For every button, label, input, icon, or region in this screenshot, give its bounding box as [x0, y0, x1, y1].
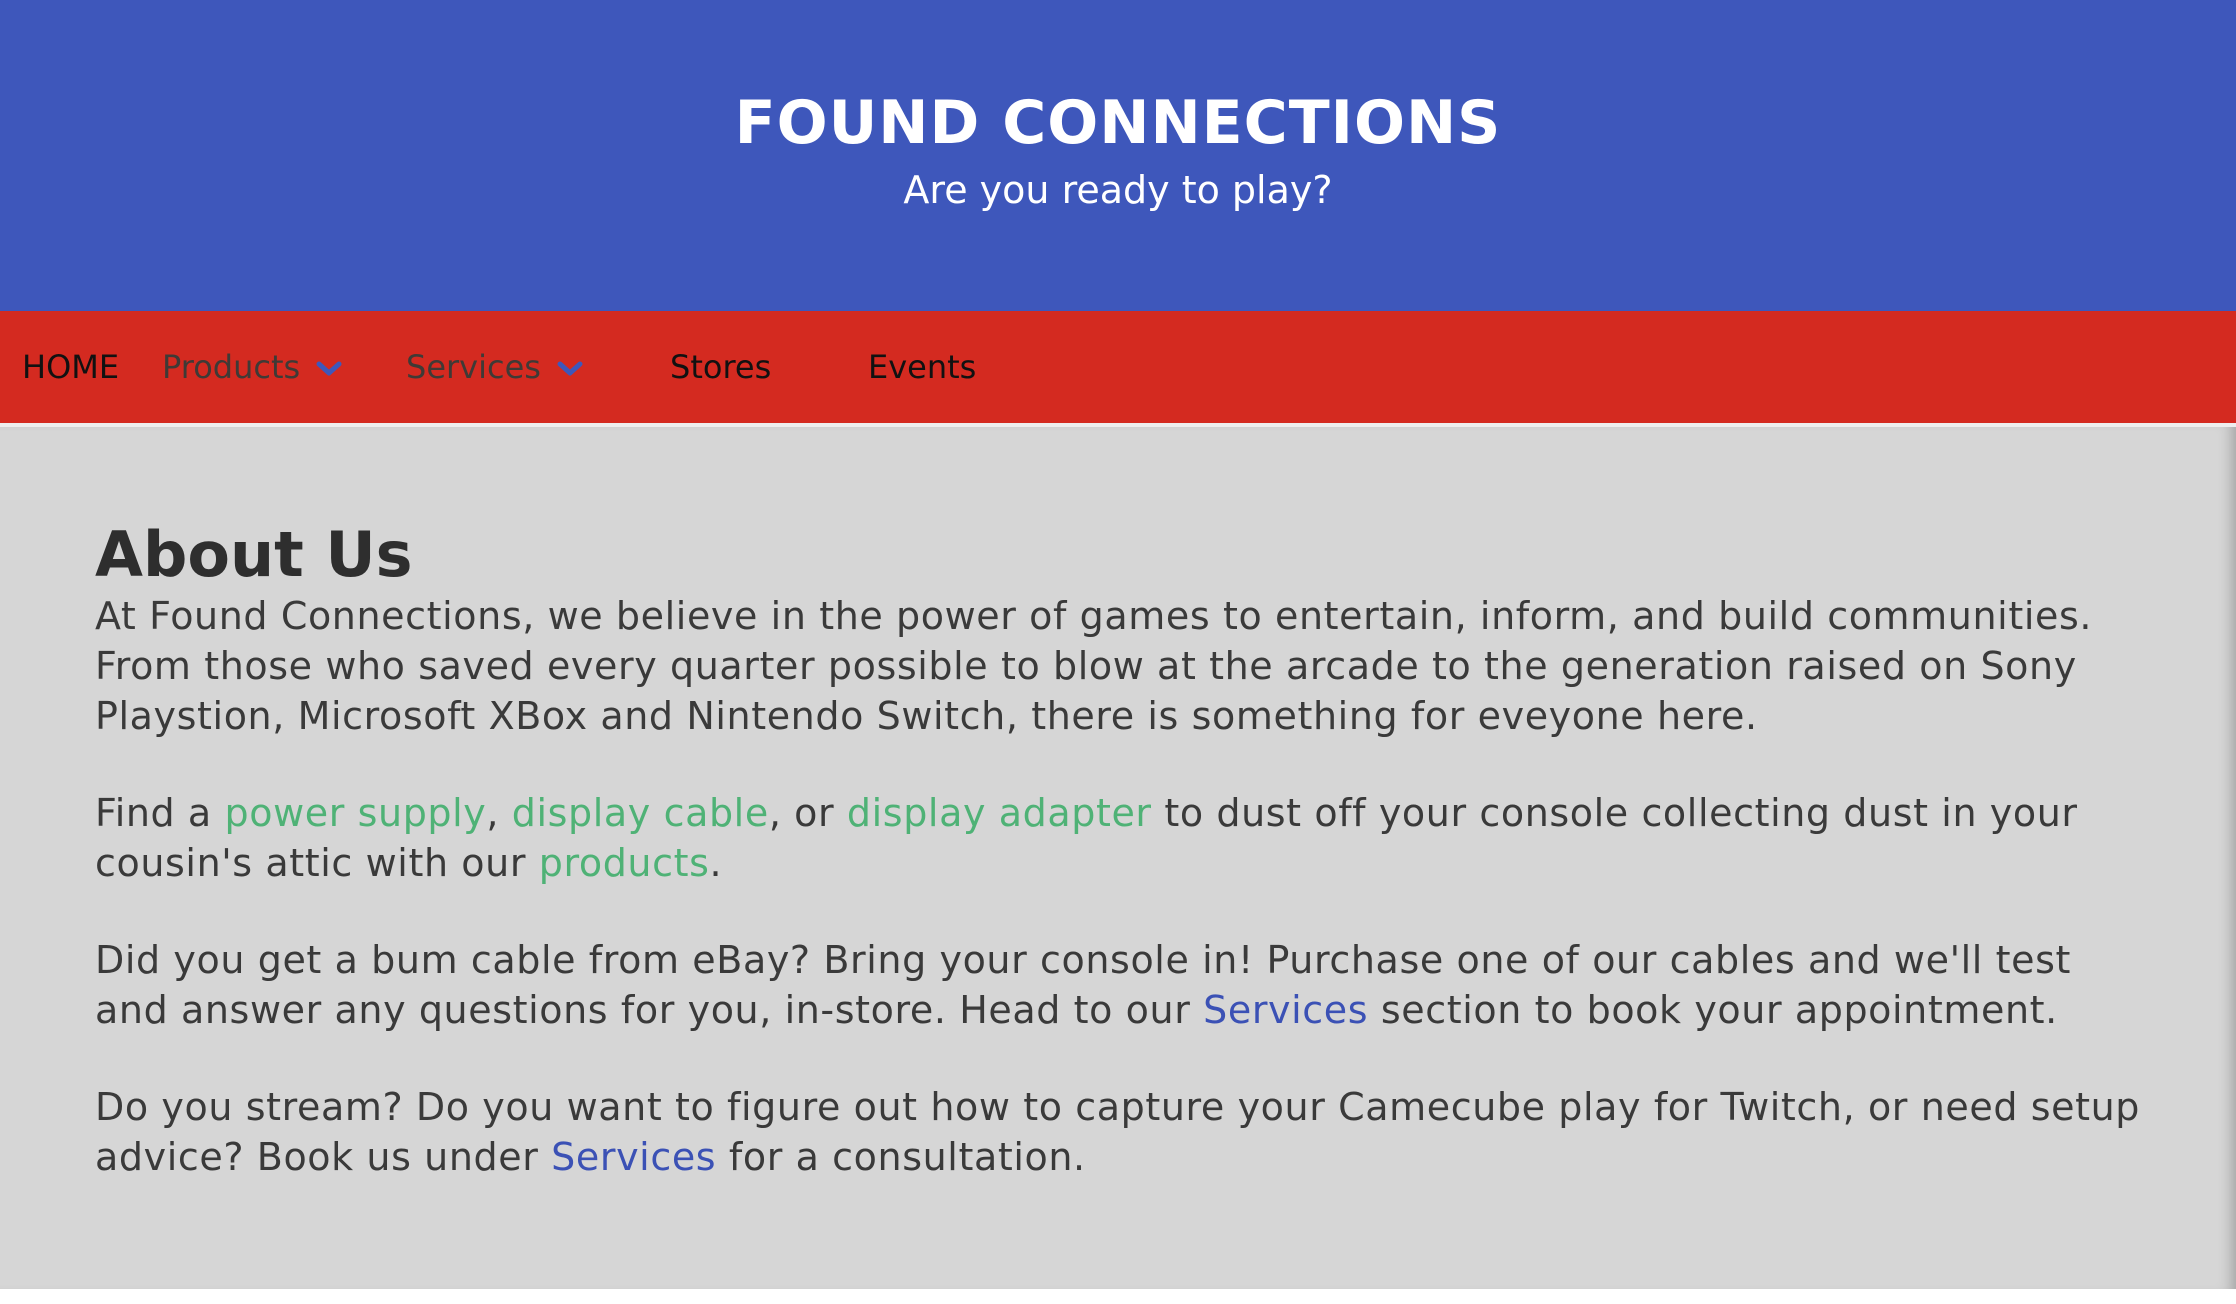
paragraph-text: Do you stream? Do you want to figure out…	[95, 1085, 2141, 1179]
nav-events-link[interactable]: Events	[868, 311, 976, 423]
paragraph-text: Find a	[95, 791, 225, 835]
about-paragraph-intro: At Found Connections, we believe in the …	[95, 594, 2093, 738]
products-link[interactable]: products	[539, 841, 710, 885]
nav-services-label: Services	[406, 348, 541, 386]
paragraph-text: .	[709, 841, 723, 885]
site-title: FOUND CONNECTIONS	[734, 88, 1502, 158]
page-bottom-edge	[0, 1289, 2236, 1304]
nav-stores-link[interactable]: Stores	[670, 311, 771, 423]
services-link[interactable]: Services	[1203, 988, 1368, 1032]
chevron-down-icon	[316, 310, 342, 422]
display-adapter-link[interactable]: display adapter	[847, 791, 1152, 835]
nav-products-label: Products	[162, 348, 301, 386]
site-tagline: Are you ready to play?	[903, 168, 1333, 212]
power-supply-link[interactable]: power supply	[225, 791, 487, 835]
site-header: FOUND CONNECTIONS Are you ready to play?	[0, 0, 2236, 311]
main-content: About Us At Found Connections, we believ…	[0, 427, 2236, 1289]
nav-home-link[interactable]: HOME	[22, 311, 119, 423]
about-paragraph-streaming: Do you stream? Do you want to figure out…	[95, 1082, 2145, 1182]
nav-products-dropdown[interactable]: Products	[162, 311, 342, 423]
paragraph-text: , or	[768, 791, 847, 835]
display-cable-link[interactable]: display cable	[512, 791, 769, 835]
services-link[interactable]: Services	[551, 1135, 716, 1179]
about-paragraph-products: Find a power supply, display cable, or d…	[95, 788, 2145, 888]
paragraph-text: for a consultation.	[716, 1135, 1086, 1179]
nav-services-dropdown[interactable]: Services	[406, 311, 583, 423]
about-paragraph-cables: Did you get a bum cable from eBay? Bring…	[95, 935, 2145, 1035]
chevron-down-icon	[557, 310, 583, 422]
about-heading: About Us	[95, 518, 413, 591]
about-section: About Us At Found Connections, we believ…	[95, 519, 2145, 1229]
paragraph-text: ,	[486, 791, 512, 835]
paragraph-text: section to book your appointment.	[1368, 988, 2058, 1032]
main-nav: HOME Products Services Stores Events	[0, 311, 2236, 427]
